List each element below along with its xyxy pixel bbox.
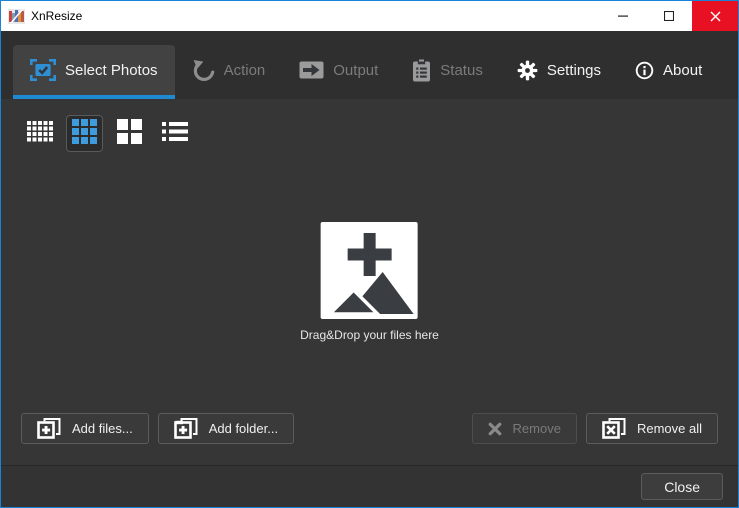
remove-buttons-group: Remove Remove all	[472, 413, 718, 444]
remove-all-icon	[602, 418, 626, 439]
tab-label: About	[663, 62, 702, 79]
view-medium-thumbnails-button[interactable]	[66, 115, 103, 152]
button-label: Remove all	[637, 421, 702, 436]
medium-grid-icon	[72, 119, 97, 149]
xnresize-window: XnResize	[0, 0, 739, 508]
button-label: Add folder...	[209, 421, 278, 436]
export-arrow-icon	[299, 61, 324, 79]
tab-status[interactable]: Status	[395, 45, 500, 99]
drop-hint-label: Drag&Drop your files here	[300, 328, 439, 342]
tab-about[interactable]: About	[618, 45, 719, 99]
close-button[interactable]	[692, 1, 738, 31]
add-files-icon	[37, 418, 61, 439]
select-photos-panel: Drag&Drop your files here Add files...	[1, 99, 738, 465]
list-view-icon	[162, 122, 188, 146]
view-list-button[interactable]	[156, 115, 193, 152]
tab-output[interactable]: Output	[282, 45, 395, 99]
tab-action[interactable]: Action	[175, 45, 283, 99]
remove-x-icon	[488, 422, 502, 436]
info-icon	[635, 61, 654, 80]
tab-settings[interactable]: Settings	[500, 45, 618, 99]
gear-icon	[517, 60, 538, 81]
large-grid-icon	[117, 119, 142, 149]
small-grid-icon	[27, 121, 53, 147]
app-icon	[8, 9, 25, 24]
tab-label: Action	[224, 62, 266, 79]
file-actions-row: Add files... Add folder...	[21, 413, 718, 444]
view-large-thumbnails-button[interactable]	[111, 115, 148, 152]
add-image-placeholder-icon	[321, 222, 418, 319]
window-controls	[600, 1, 738, 31]
window-title: XnResize	[31, 9, 82, 23]
add-folder-icon	[174, 418, 198, 439]
titlebar: XnResize	[1, 1, 738, 31]
tab-label: Output	[333, 62, 378, 79]
button-label: Remove	[513, 421, 561, 436]
select-photos-icon	[30, 59, 56, 81]
file-drop-area[interactable]: Drag&Drop your files here	[300, 222, 439, 342]
remove-all-button[interactable]: Remove all	[586, 413, 718, 444]
view-small-thumbnails-button[interactable]	[21, 115, 58, 152]
maximize-button[interactable]	[646, 1, 692, 31]
remove-button[interactable]: Remove	[472, 413, 577, 444]
tabbar: Select Photos Action Output	[1, 31, 738, 99]
tab-select-photos[interactable]: Select Photos	[13, 45, 175, 99]
add-buttons-group: Add files... Add folder...	[21, 413, 294, 444]
minimize-button[interactable]	[600, 1, 646, 31]
undo-arrow-icon	[192, 59, 215, 82]
tab-label: Settings	[547, 62, 601, 79]
tab-label: Status	[440, 62, 483, 79]
button-label: Add files...	[72, 421, 133, 436]
clipboard-icon	[412, 59, 431, 82]
close-dialog-button[interactable]: Close	[641, 473, 723, 500]
tab-label: Select Photos	[65, 62, 158, 79]
add-folder-button[interactable]: Add folder...	[158, 413, 294, 444]
thumbnail-view-toolbar	[21, 115, 193, 152]
add-files-button[interactable]: Add files...	[21, 413, 149, 444]
button-label: Close	[664, 479, 700, 495]
footer-bar: Close	[1, 465, 738, 507]
